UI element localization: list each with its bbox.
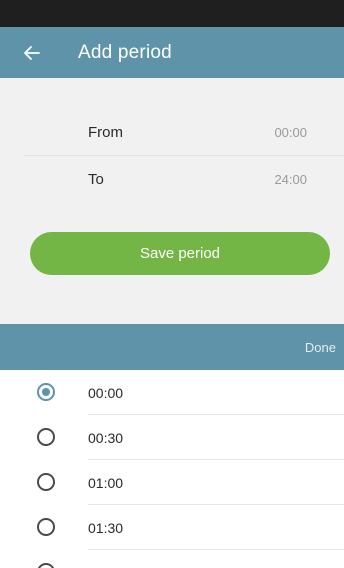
to-label: To [88,170,104,188]
save-period-button[interactable]: Save period [30,232,330,275]
picker-toolbar: Done [0,324,344,370]
time-option-label: 00:30 [88,429,124,446]
status-bar [0,0,344,27]
page-title: Add period [78,41,172,63]
from-label: From [88,124,123,141]
from-value: 00:00 [274,125,307,140]
radio-unchecked-icon[interactable] [37,563,55,568]
to-value: 24:00 [274,171,307,187]
time-option-label: 01:30 [88,519,124,536]
time-option[interactable]: 01:00 [0,460,344,505]
time-option-label: 00:00 [88,384,124,401]
back-button[interactable] [0,27,70,78]
radio-unchecked-icon[interactable] [37,428,55,446]
time-option[interactable]: 00:30 [0,415,344,460]
time-option[interactable]: 00:00 [0,370,344,415]
time-option-partial[interactable] [0,550,344,568]
time-option[interactable]: 01:30 [0,505,344,550]
time-option-label: 01:00 [88,474,124,491]
to-row[interactable]: To 24:00 [24,156,344,202]
done-button[interactable]: Done [305,324,336,370]
period-form: From 00:00 To 24:00 Save period [0,78,344,324]
radio-unchecked-icon[interactable] [37,518,55,536]
arrow-left-icon [24,45,40,60]
radio-unchecked-icon[interactable] [37,473,55,491]
from-row[interactable]: From 00:00 [24,110,344,156]
radio-checked-icon[interactable] [37,383,55,401]
app-bar: Add period [0,27,344,78]
